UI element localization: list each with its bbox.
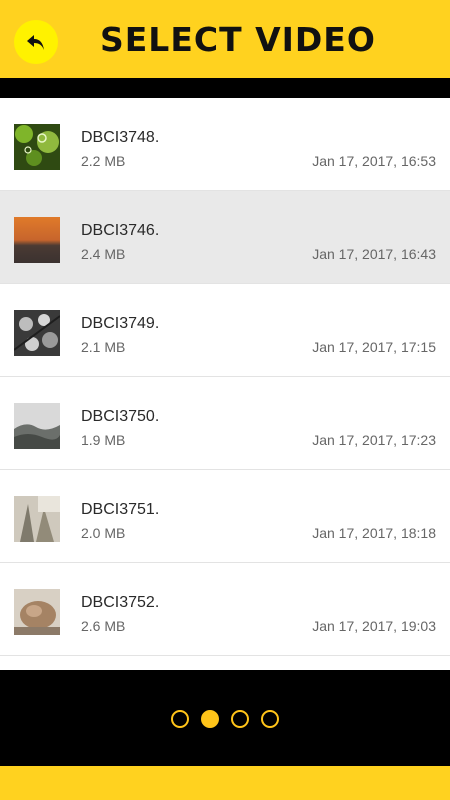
page-dot-1[interactable] — [171, 710, 189, 728]
video-list-item[interactable]: DBCI3748. 2.2 MB Jan 17, 2017, 16:53 — [0, 98, 450, 191]
video-file-name: DBCI3750. — [81, 408, 160, 425]
page-indicator — [0, 710, 450, 730]
footer-bar — [0, 670, 450, 766]
video-list-item-selected[interactable]: DBCI3746. 2.4 MB Jan 17, 2017, 16:43 — [0, 191, 450, 284]
header-bar: SELECT VIDEO — [0, 0, 450, 78]
video-thumbnail — [14, 217, 60, 263]
video-date: Jan 17, 2017, 16:53 — [312, 153, 436, 169]
video-thumbnail — [14, 589, 60, 635]
back-button[interactable] — [14, 20, 58, 64]
video-list-item[interactable]: DBCI3752. 2.6 MB Jan 17, 2017, 19:03 — [0, 563, 450, 656]
video-thumbnail — [14, 403, 60, 449]
video-file-name: DBCI3748. — [81, 129, 160, 146]
video-file-name: DBCI3752. — [81, 594, 160, 611]
video-date: Jan 17, 2017, 17:15 — [312, 339, 436, 355]
page-dot-4[interactable] — [261, 710, 279, 728]
video-file-size: 1.9 MB — [81, 432, 126, 448]
video-date: Jan 17, 2017, 17:23 — [312, 432, 436, 448]
video-date: Jan 17, 2017, 18:18 — [312, 525, 436, 541]
header-divider — [0, 78, 450, 98]
video-file-size: 2.4 MB — [81, 246, 126, 262]
video-list-item[interactable]: DBCI3750. 1.9 MB Jan 17, 2017, 17:23 — [0, 377, 450, 470]
video-file-size: 2.6 MB — [81, 618, 126, 634]
back-arrow-icon — [27, 35, 44, 50]
video-file-name: DBCI3746. — [81, 222, 160, 239]
video-thumbnail — [14, 310, 60, 356]
video-file-name: DBCI3749. — [81, 315, 160, 332]
video-list-item[interactable]: DBCI3749. 2.1 MB Jan 17, 2017, 17:15 — [0, 284, 450, 377]
video-file-size: 2.0 MB — [81, 525, 126, 541]
video-list[interactable]: DBCI3748. 2.2 MB Jan 17, 2017, 16:53 DBC… — [0, 98, 450, 670]
bottom-bar — [0, 766, 450, 800]
video-thumbnail — [14, 124, 60, 170]
video-date: Jan 17, 2017, 19:03 — [312, 618, 436, 634]
video-list-item[interactable]: DBCI3751. 2.0 MB Jan 17, 2017, 18:18 — [0, 470, 450, 563]
page-dot-2-active[interactable] — [201, 710, 219, 728]
video-file-size: 2.2 MB — [81, 153, 126, 169]
video-file-name: DBCI3751. — [81, 501, 160, 518]
video-file-size: 2.1 MB — [81, 339, 126, 355]
page-dot-3[interactable] — [231, 710, 249, 728]
page-title: SELECT VIDEO — [100, 20, 376, 59]
video-thumbnail — [14, 496, 60, 542]
video-date: Jan 17, 2017, 16:43 — [312, 246, 436, 262]
